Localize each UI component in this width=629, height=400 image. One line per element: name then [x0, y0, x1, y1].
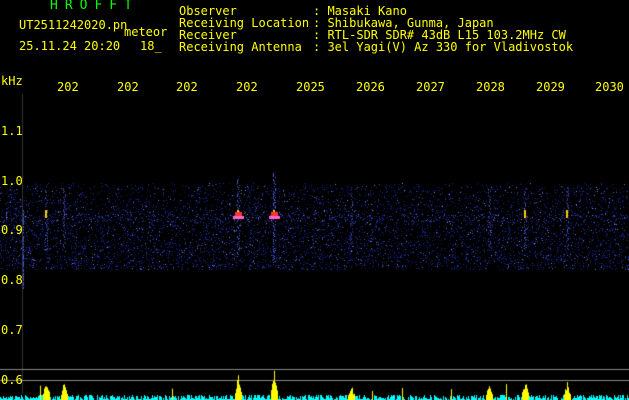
- y-tick: 1.1: [1, 124, 23, 138]
- x-tick: 2030: [595, 80, 624, 94]
- detector-sub: 18_: [140, 39, 162, 53]
- antenna-label: Receiving Antenna: [179, 40, 302, 54]
- hrofft-screen: HROFFT UT2511242020.pn meteor 25.11.24 2…: [0, 0, 629, 400]
- x-tick: 202: [57, 80, 79, 94]
- x-tick: 2025: [296, 80, 325, 94]
- y-tick: 0.9: [1, 223, 23, 237]
- y-tick: 0.7: [1, 323, 23, 337]
- spectrogram: [0, 0, 629, 400]
- antenna-value: : 3el Yagi(V) Az 330 for Vladivostok: [313, 40, 574, 54]
- x-tick: 2029: [536, 80, 565, 94]
- x-tick: 2026: [356, 80, 385, 94]
- x-tick: 202: [236, 80, 258, 94]
- detector-label: meteor: [124, 25, 168, 39]
- brand-title: HROFFT: [50, 0, 139, 13]
- y-tick: 0.6: [1, 373, 23, 387]
- y-tick: 0.8: [1, 273, 23, 287]
- y-tick: 1.0: [1, 174, 23, 188]
- x-tick: 2027: [416, 80, 445, 94]
- file-name: UT2511242020.pn: [19, 18, 128, 32]
- date-time: 25.11.24 20:20: [19, 39, 121, 53]
- x-tick: 202: [176, 80, 198, 94]
- y-axis-unit: kHz: [1, 74, 23, 88]
- x-tick: 202: [117, 80, 139, 94]
- x-tick: 2028: [476, 80, 505, 94]
